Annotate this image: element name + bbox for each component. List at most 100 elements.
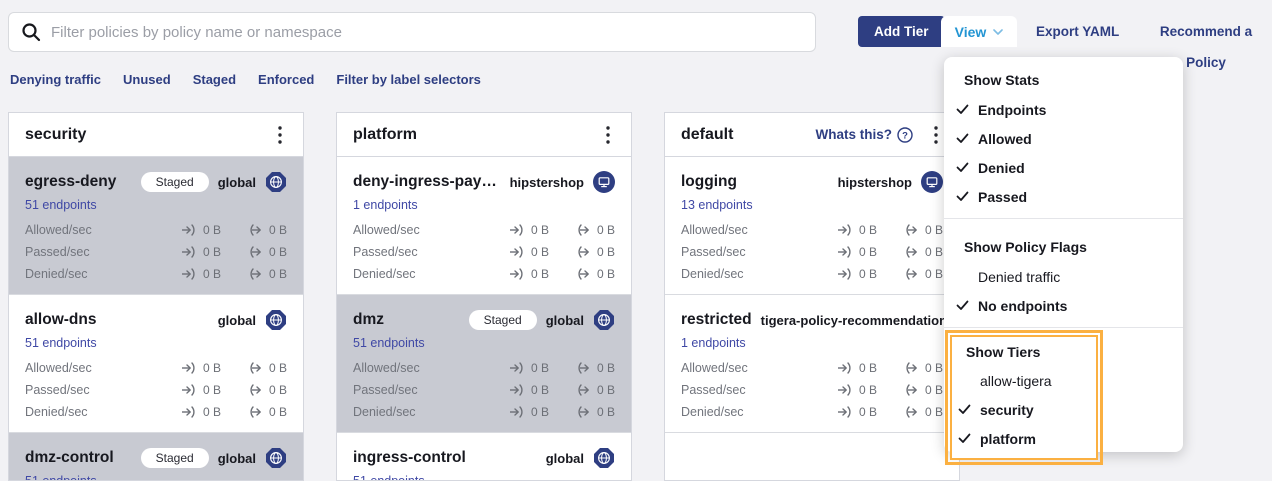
global-scope-icon xyxy=(265,309,287,331)
endpoints-link[interactable]: 51 endpoints xyxy=(25,336,97,350)
endpoints-link[interactable]: 1 endpoints xyxy=(681,336,746,350)
policy-card-ingress-control[interactable]: ingress-control global 51 endpoints xyxy=(337,433,631,481)
namespace-icon xyxy=(921,171,943,193)
stat-row-passed: Passed/sec 0 B 0 B xyxy=(25,241,287,263)
policy-name[interactable]: dmz-control xyxy=(25,449,132,467)
menu-item-allowed[interactable]: Allowed xyxy=(944,124,1183,153)
filter-staged[interactable]: Staged xyxy=(193,72,236,87)
view-button[interactable]: View xyxy=(941,16,1017,47)
endpoints-link[interactable]: 1 endpoints xyxy=(353,198,418,212)
egress-icon xyxy=(247,246,264,258)
tier-menu-icon[interactable] xyxy=(599,125,617,145)
policy-card-restricted[interactable]: restricted tigera-policy-recommendation … xyxy=(665,295,959,433)
stat-row-allowed: Allowed/sec 0 B 0 B xyxy=(353,357,615,379)
check-icon xyxy=(958,404,971,415)
stat-row-denied: Denied/sec 0 B 0 B xyxy=(25,401,287,423)
policy-card-allow-dns[interactable]: allow-dns global 51 endpoints Allowed/se… xyxy=(9,295,303,433)
policy-name[interactable]: deny-ingress-paymentservi... xyxy=(353,173,501,191)
egress-icon xyxy=(247,362,264,374)
stat-row-allowed: Allowed/sec 0 B 0 B xyxy=(681,357,943,379)
egress-icon xyxy=(247,224,264,236)
check-icon xyxy=(956,300,969,311)
ingress-icon xyxy=(837,246,854,258)
policy-name[interactable]: ingress-control xyxy=(353,449,537,467)
policy-name[interactable]: dmz xyxy=(353,311,460,329)
tier-menu-icon[interactable] xyxy=(927,125,945,145)
policy-card-dmz-control[interactable]: dmz-control Staged global 51 endpoints xyxy=(9,433,303,481)
search-icon xyxy=(21,22,41,42)
filter-enforced[interactable]: Enforced xyxy=(258,72,314,87)
menu-item-passed[interactable]: Passed xyxy=(944,182,1183,211)
menu-item-no-endpoints[interactable]: No endpoints xyxy=(944,291,1183,320)
export-yaml-button[interactable]: Export YAML xyxy=(1036,16,1119,47)
policy-board: security egress-deny Staged global 51 en… xyxy=(8,112,960,481)
ingress-icon xyxy=(837,384,854,396)
tier-menu-icon[interactable] xyxy=(271,125,289,145)
recommend-policy-button[interactable]: Recommend a Policy xyxy=(1140,16,1272,47)
stat-row-denied: Denied/sec 0 B 0 B xyxy=(681,401,943,423)
staged-badge: Staged xyxy=(141,448,209,468)
stat-row-denied: Denied/sec 0 B 0 B xyxy=(353,263,615,285)
chevron-down-icon xyxy=(993,29,1003,35)
help-icon xyxy=(897,127,913,143)
policy-scope: global xyxy=(218,175,256,190)
endpoints-link[interactable]: 51 endpoints xyxy=(353,474,425,481)
ingress-icon xyxy=(509,384,526,396)
ingress-icon xyxy=(181,384,198,396)
filter-label-selectors[interactable]: Filter by label selectors xyxy=(336,72,481,87)
add-tier-button[interactable]: Add Tier xyxy=(858,16,945,47)
tier-header: platform xyxy=(337,113,631,157)
endpoints-link[interactable]: 13 endpoints xyxy=(681,198,753,212)
stat-row-allowed: Allowed/sec 0 B 0 B xyxy=(353,219,615,241)
menu-section-show-tiers-highlighted: Show Tiers allow-tigera security platfor… xyxy=(950,335,1098,460)
menu-section-title: Show Policy Flags xyxy=(944,226,1183,262)
menu-item-denied[interactable]: Denied xyxy=(944,153,1183,182)
ingress-icon xyxy=(837,362,854,374)
endpoints-link[interactable]: 51 endpoints xyxy=(25,474,97,481)
endpoints-link[interactable]: 51 endpoints xyxy=(353,336,425,350)
menu-item-denied-traffic[interactable]: Denied traffic xyxy=(944,262,1183,291)
ingress-icon xyxy=(509,362,526,374)
egress-icon xyxy=(575,362,592,374)
menu-item-endpoints[interactable]: Endpoints xyxy=(944,95,1183,124)
policy-namespace: hipstershop xyxy=(510,175,584,190)
check-icon xyxy=(956,162,969,173)
policy-name[interactable]: logging xyxy=(681,173,829,191)
filter-denying-traffic[interactable]: Denying traffic xyxy=(10,72,101,87)
menu-item-platform[interactable]: platform xyxy=(952,424,1096,453)
menu-item-security[interactable]: security xyxy=(952,395,1096,424)
endpoints-link[interactable]: 51 endpoints xyxy=(25,198,97,212)
policy-card-egress-deny[interactable]: egress-deny Staged global 51 endpoints A… xyxy=(9,157,303,295)
policy-search xyxy=(8,12,816,52)
tier-title: default xyxy=(681,126,816,144)
ingress-icon xyxy=(181,246,198,258)
menu-section-title: Show Stats xyxy=(944,59,1183,95)
menu-item-allow-tigera[interactable]: allow-tigera xyxy=(952,366,1096,395)
tier-title: platform xyxy=(353,126,599,144)
filter-unused[interactable]: Unused xyxy=(123,72,171,87)
policy-card-deny-ingress-paymentservice[interactable]: deny-ingress-paymentservi... hipstershop… xyxy=(337,157,631,295)
policy-namespace: tigera-policy-recommendation xyxy=(761,313,947,328)
policy-card-logging[interactable]: logging hipstershop 13 endpoints Allowed… xyxy=(665,157,959,295)
egress-icon xyxy=(575,224,592,236)
search-input[interactable] xyxy=(51,24,803,41)
staged-badge: Staged xyxy=(141,172,209,192)
policy-name[interactable]: restricted xyxy=(681,311,752,329)
policy-name[interactable]: allow-dns xyxy=(25,311,209,329)
policy-name[interactable]: egress-deny xyxy=(25,173,132,191)
ingress-icon xyxy=(181,406,198,418)
global-scope-icon xyxy=(265,447,287,469)
policy-scope: global xyxy=(218,451,256,466)
view-dropdown-menu: Show Stats Endpoints Allowed Denied Pass… xyxy=(944,57,1183,452)
egress-icon xyxy=(247,384,264,396)
global-scope-icon xyxy=(593,447,615,469)
policy-card-dmz[interactable]: dmz Staged global 51 endpoints Allowed/s… xyxy=(337,295,631,433)
egress-icon xyxy=(575,268,592,280)
check-icon xyxy=(956,133,969,144)
whats-this-link[interactable]: Whats this? xyxy=(816,127,914,143)
ingress-icon xyxy=(181,268,198,280)
stat-row-passed: Passed/sec 0 B 0 B xyxy=(681,241,943,263)
egress-icon xyxy=(903,246,920,258)
stat-row-passed: Passed/sec 0 B 0 B xyxy=(353,241,615,263)
stat-row-denied: Denied/sec 0 B 0 B xyxy=(25,263,287,285)
